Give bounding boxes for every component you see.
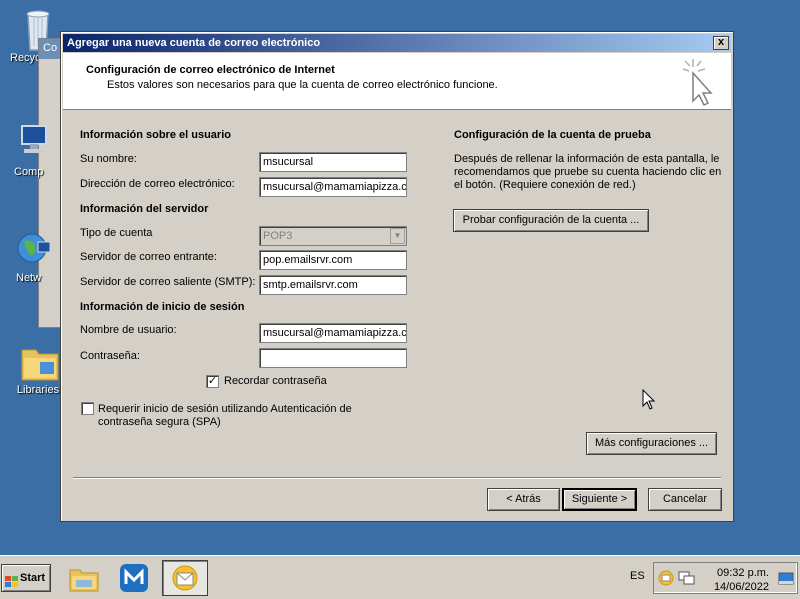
name-field[interactable]: msucursal [259, 152, 407, 172]
spa-checkbox[interactable] [81, 402, 94, 415]
incoming-server-field[interactable]: pop.emailsrvr.com [259, 250, 407, 270]
username-field[interactable]: msucursal@mamamiapizza.com [259, 323, 407, 343]
system-tray: 09:32 p.m. 14/06/2022 [653, 562, 798, 594]
taskbar: Start ES 09:32 p.m. 14/06/2022 [0, 555, 800, 599]
desktop-icon-network[interactable]: Netw [4, 228, 64, 284]
account-type-select[interactable]: POP3 ▼ [259, 226, 407, 246]
mouse-pointer-icon [642, 388, 656, 414]
more-settings-button[interactable]: Más configuraciones ... [586, 432, 717, 455]
desktop-icon-libraries[interactable]: Libraries [8, 340, 68, 396]
language-indicator[interactable]: ES [630, 570, 645, 582]
network-tray-icon[interactable] [678, 570, 696, 589]
dialog-titlebar[interactable]: Agregar una nueva cuenta de correo elect… [63, 34, 731, 52]
taskbar-outlook[interactable] [162, 560, 208, 596]
desktop-icon-computer[interactable]: Comp [4, 122, 64, 178]
test-settings-description: Después de rellenar la información de es… [454, 153, 721, 192]
name-label: Su nombre: [80, 153, 137, 165]
windows-flag-icon [5, 572, 18, 587]
outlook-icon [172, 565, 198, 591]
back-button[interactable]: < Atrás [487, 488, 560, 511]
incoming-server-label: Servidor de correo entrante: [80, 251, 217, 263]
clock[interactable]: 09:32 p.m. 14/06/2022 [714, 566, 769, 594]
start-button[interactable]: Start [1, 564, 51, 592]
outgoing-server-label: Servidor de correo saliente (SMTP): [80, 276, 256, 288]
libraries-icon [18, 340, 59, 381]
remember-password-label: Recordar contraseña [224, 375, 327, 387]
test-desc-line2: recomendamos que pruebe su cuenta hacien… [454, 166, 722, 178]
clock-time: 09:32 p.m. [717, 567, 769, 579]
section-title-test-settings: Configuración de la cuenta de prueba [454, 129, 651, 141]
add-email-account-dialog: Agregar una nueva cuenta de correo elect… [60, 31, 734, 522]
section-title-user-info: Información sobre el usuario [80, 129, 231, 141]
spa-label-line2: contraseña segura (SPA) [98, 416, 221, 428]
close-icon: x [717, 36, 725, 48]
chevron-down-icon[interactable]: ▼ [390, 228, 405, 244]
footer-separator [73, 477, 721, 479]
dialog-header: Configuración de correo electrónico de I… [63, 53, 731, 110]
maxthon-browser-icon [120, 564, 148, 592]
desktop-icon-label: Libraries [16, 384, 60, 396]
test-account-settings-button[interactable]: Probar configuración de la cuenta ... [453, 209, 649, 232]
password-field[interactable] [259, 348, 407, 368]
spa-label: Requerir inicio de sesión utilizando Aut… [98, 403, 352, 429]
account-type-label: Tipo de cuenta [80, 227, 153, 239]
email-field[interactable]: msucursal@mamamiapizza.com [259, 177, 407, 197]
test-desc-line3: el botón. (Requiere conexión de red.) [454, 179, 636, 191]
close-button[interactable]: x [713, 36, 729, 50]
network-icon [14, 228, 54, 268]
email-label: Dirección de correo electrónico: [80, 178, 235, 190]
next-button[interactable]: Siguiente > [562, 488, 637, 511]
header-title: Configuración de correo electrónico de I… [86, 64, 335, 76]
outlook-tray-icon[interactable] [658, 570, 674, 589]
outgoing-server-field[interactable]: smtp.emailsrvr.com [259, 275, 407, 295]
test-desc-line1: Después de rellenar la información de es… [454, 153, 720, 165]
desktop-icon-label: Netw [16, 272, 42, 284]
show-desktop-icon[interactable] [778, 572, 794, 589]
desktop-icon-label: Comp [14, 166, 44, 178]
clock-date: 14/06/2022 [713, 581, 769, 593]
computer-icon [14, 122, 54, 162]
remember-password-checkbox[interactable]: ✓ [206, 375, 219, 388]
cancel-button[interactable]: Cancelar [648, 488, 722, 511]
account-type-value: POP3 [263, 230, 293, 242]
start-label: Start [20, 572, 46, 584]
dialog-title: Agregar una nueva cuenta de correo elect… [67, 37, 321, 49]
taskbar-file-explorer[interactable] [64, 560, 104, 596]
password-label: Contraseña: [80, 350, 140, 362]
taskbar-maxthon-browser[interactable] [114, 560, 154, 596]
section-title-logon-info: Información de inicio de sesión [80, 301, 245, 313]
spa-label-line1: Requerir inicio de sesión utilizando Aut… [98, 403, 352, 415]
file-explorer-icon [69, 569, 99, 592]
wizard-cursor-icon [679, 57, 719, 107]
section-title-server-info: Información del servidor [80, 203, 209, 215]
header-subtitle: Estos valores son necesarios para que la… [107, 79, 498, 91]
username-label: Nombre de usuario: [80, 324, 177, 336]
checkmark-icon: ✓ [207, 375, 218, 387]
